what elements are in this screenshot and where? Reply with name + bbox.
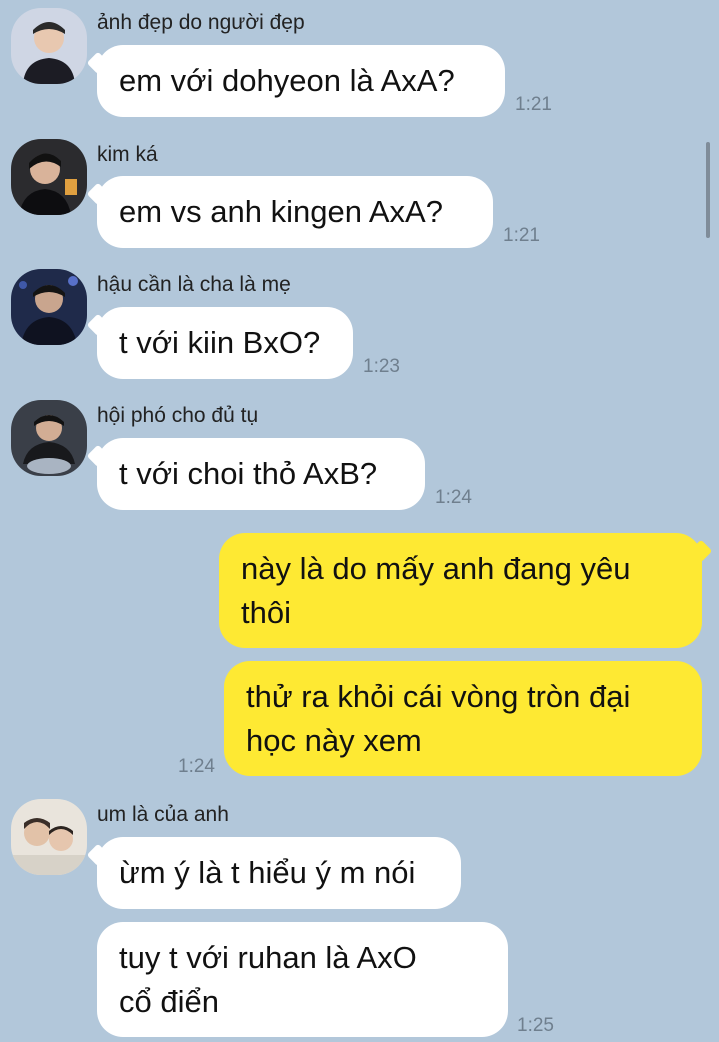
avatar[interactable]	[11, 139, 87, 215]
message-bubble[interactable]: t với choi thỏ AxB?	[97, 438, 425, 510]
avatar[interactable]	[11, 799, 87, 875]
sender-name: kim ká	[97, 143, 158, 166]
message-time: 1:24	[435, 487, 472, 508]
message-time: 1:21	[515, 94, 552, 115]
avatar[interactable]	[11, 269, 87, 345]
message-bubble[interactable]: t với kiin BxO?	[97, 307, 353, 379]
message-bubble[interactable]: này là do mấy anh đang yêu thôi	[219, 533, 702, 648]
message-bubble[interactable]: em vs anh kingen AxA?	[97, 176, 493, 248]
message-bubble[interactable]: thử ra khỏi cái vòng tròn đại học này xe…	[224, 661, 702, 776]
sender-name: hội phó cho đủ tụ	[97, 404, 259, 427]
message-time: 1:25	[517, 1015, 554, 1036]
message-bubble[interactable]: ừm ý là t hiểu ý m nói	[97, 837, 461, 909]
avatar[interactable]	[11, 8, 87, 84]
message-time: 1:24	[178, 756, 215, 777]
message-bubble[interactable]: em với dohyeon là AxA?	[97, 45, 505, 117]
sender-name: um là của anh	[97, 803, 229, 826]
sender-name: hậu cần là cha là mẹ	[97, 273, 291, 296]
message-time: 1:23	[363, 356, 400, 377]
avatar[interactable]	[11, 400, 87, 476]
scrollbar[interactable]	[706, 142, 710, 238]
sender-name: ảnh đẹp do người đẹp	[97, 11, 305, 34]
message-time: 1:21	[503, 225, 540, 246]
message-bubble[interactable]: tuy t với ruhan là AxO cổ điển	[97, 922, 508, 1037]
